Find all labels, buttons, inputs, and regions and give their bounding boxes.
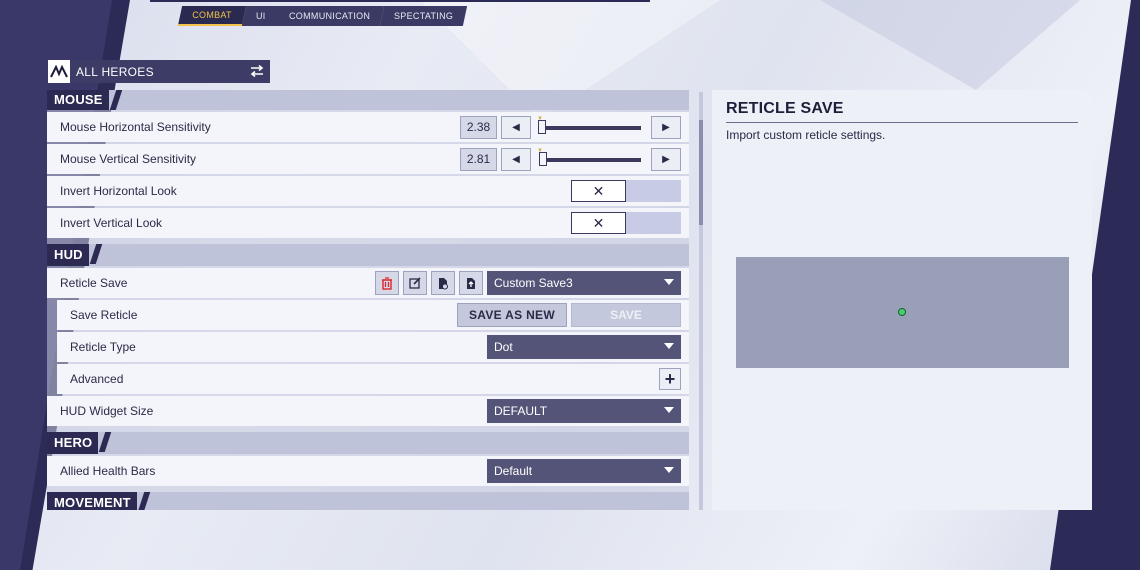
- settings-scrollbar[interactable]: [699, 92, 703, 510]
- tab-label: SPECTATING: [394, 11, 454, 21]
- toggle-on-segment: [626, 212, 681, 234]
- setting-hud-widget-size: HUD Widget Size DEFAULT: [47, 396, 689, 426]
- setting-advanced: Advanced +: [57, 364, 689, 394]
- export-file-icon[interactable]: [431, 271, 455, 295]
- setting-reticle-type: Reticle Type Dot: [57, 332, 689, 362]
- hud-widget-size-dropdown[interactable]: DEFAULT: [487, 399, 681, 423]
- chevron-down-icon: [664, 407, 674, 413]
- setting-mouse-horizontal-sensitivity: Mouse Horizontal Sensitivity 2.38 ◀ ▼ ▶: [47, 112, 689, 142]
- setting-allied-health-bars: Allied Health Bars Default: [47, 456, 689, 486]
- sensitivity-value-input[interactable]: 2.81: [460, 147, 497, 171]
- reticle-save-dropdown[interactable]: Custom Save3: [487, 271, 681, 295]
- section-hud: HUD: [47, 244, 689, 266]
- top-bar-line: [150, 0, 650, 2]
- swap-arrows-icon[interactable]: [244, 64, 270, 80]
- dropdown-value: Dot: [494, 340, 513, 354]
- slider-track: [541, 125, 641, 130]
- panel-title: RETICLE SAVE: [726, 100, 844, 117]
- save-button[interactable]: SAVE: [571, 303, 681, 327]
- slider-track: [541, 157, 641, 162]
- setting-mouse-vertical-sensitivity: Mouse Vertical Sensitivity 2.81 ◀ ▼ ▶: [47, 144, 689, 174]
- close-icon: ✕: [571, 212, 626, 234]
- dropdown-value: DEFAULT: [494, 404, 548, 418]
- dropdown-value: Custom Save3: [494, 276, 573, 290]
- tab-label: COMMUNICATION: [289, 11, 371, 21]
- settings-list: MOUSE Mouse Horizontal Sensitivity 2.38 …: [47, 90, 689, 510]
- import-file-icon[interactable]: [459, 271, 483, 295]
- section-title: MOVEMENT: [47, 492, 137, 510]
- reticle-type-dropdown[interactable]: Dot: [487, 335, 681, 359]
- invert-vertical-toggle[interactable]: ✕: [571, 212, 681, 234]
- sensitivity-value-input[interactable]: 2.38: [460, 115, 497, 139]
- reticle-save-panel: RETICLE SAVE Import custom reticle setti…: [712, 90, 1092, 510]
- background-shape: [820, 0, 1080, 90]
- setting-label: Advanced: [70, 372, 124, 386]
- section-movement: MOVEMENT: [47, 492, 689, 510]
- toggle-on-segment: [626, 180, 681, 202]
- hero-selector-label: ALL HEROES: [76, 64, 154, 79]
- panel-divider: [726, 122, 1078, 123]
- sensitivity-slider[interactable]: ▼: [535, 148, 647, 171]
- tab-label: COMBAT: [192, 10, 232, 20]
- section-title: MOUSE: [47, 90, 109, 110]
- slider-thumb[interactable]: [539, 151, 547, 166]
- section-title: HUD: [47, 244, 89, 266]
- decrease-button[interactable]: ◀: [501, 115, 531, 139]
- trash-icon[interactable]: [375, 271, 399, 295]
- tab-spectating[interactable]: SPECTATING: [380, 6, 468, 26]
- setting-invert-vertical-look: Invert Vertical Look ✕: [47, 208, 689, 238]
- tab-communication[interactable]: COMMUNICATION: [275, 6, 385, 26]
- dropdown-value: Default: [494, 464, 533, 478]
- decrease-button[interactable]: ◀: [501, 147, 531, 171]
- invert-horizontal-toggle[interactable]: ✕: [571, 180, 681, 202]
- save-as-new-button[interactable]: SAVE AS NEW: [457, 303, 567, 327]
- allied-health-bars-dropdown[interactable]: Default: [487, 459, 681, 483]
- tab-label: UI: [255, 11, 266, 21]
- increase-button[interactable]: ▶: [651, 147, 681, 171]
- reticle-dot-icon: [898, 308, 906, 316]
- tab-ui[interactable]: UI: [241, 6, 280, 26]
- panel-description: Import custom reticle settings.: [726, 128, 886, 142]
- tab-combat[interactable]: COMBAT: [177, 6, 246, 26]
- expand-plus-icon[interactable]: +: [659, 368, 681, 390]
- game-logo-icon: [48, 60, 70, 83]
- hero-selector[interactable]: ALL HEROES: [48, 60, 270, 83]
- chevron-down-icon: [664, 343, 674, 349]
- increase-button[interactable]: ▶: [651, 115, 681, 139]
- sensitivity-slider[interactable]: ▼: [535, 116, 647, 139]
- reticle-preview: [736, 257, 1069, 368]
- settings-tabs: COMBAT UI COMMUNICATION SPECTATING: [177, 6, 468, 26]
- chevron-down-icon: [664, 279, 674, 285]
- setting-invert-horizontal-look: Invert Horizontal Look ✕: [47, 176, 689, 206]
- scrollbar-thumb[interactable]: [699, 120, 703, 225]
- setting-reticle-save: Reticle Save Custom Save3: [47, 268, 689, 298]
- close-icon: ✕: [571, 180, 626, 202]
- slider-thumb[interactable]: [538, 119, 546, 134]
- section-hero: HERO: [47, 432, 689, 454]
- setting-save-reticle: Save Reticle SAVE AS NEW SAVE: [57, 300, 689, 330]
- section-title: HERO: [47, 432, 99, 454]
- chevron-down-icon: [664, 467, 674, 473]
- section-mouse: MOUSE: [47, 90, 689, 110]
- edit-icon[interactable]: [403, 271, 427, 295]
